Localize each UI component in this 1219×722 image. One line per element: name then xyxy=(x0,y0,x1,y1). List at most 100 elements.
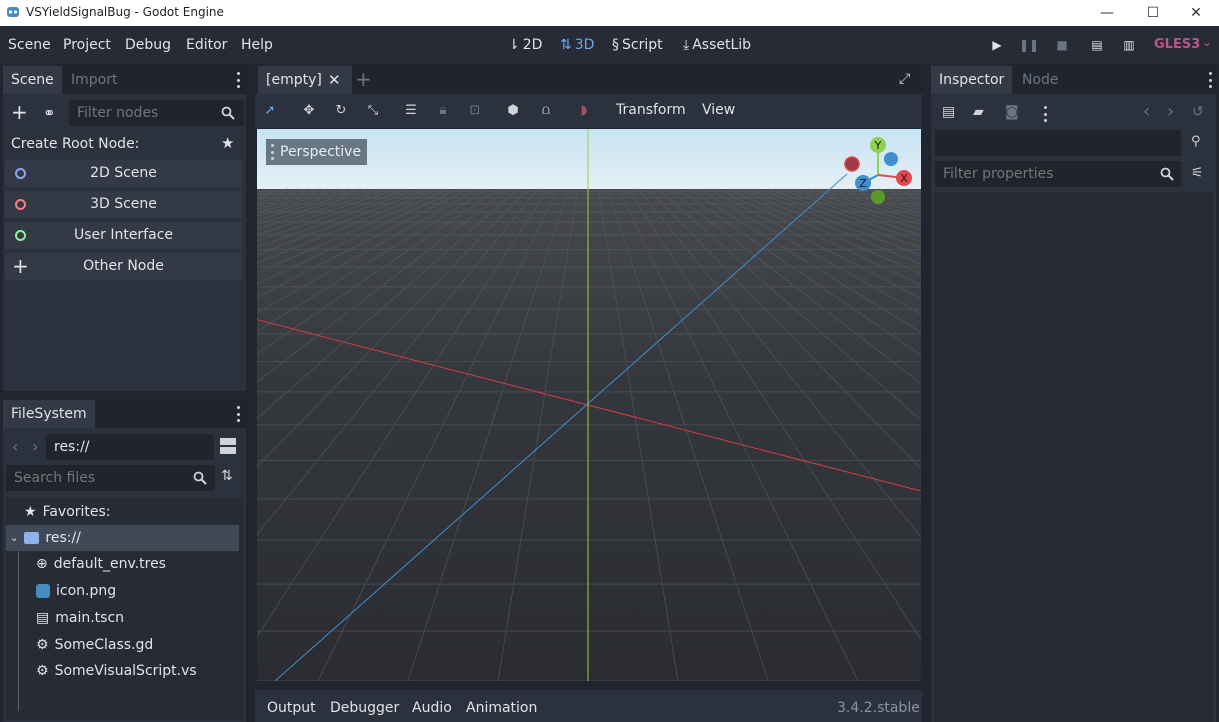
file-item[interactable]: ⚙ SomeClass.gd xyxy=(36,632,153,658)
history-back-icon[interactable]: ‹ xyxy=(1143,101,1150,122)
tab-inspector[interactable]: Inspector xyxy=(931,66,1013,94)
object-properties-icon[interactable]: ⚲ xyxy=(1191,134,1201,149)
menu-project[interactable]: Project xyxy=(63,37,111,53)
tree-guide-line xyxy=(18,551,19,711)
close-window-button[interactable]: ✕ xyxy=(1173,0,1219,26)
mode-script-button[interactable]: § Script xyxy=(612,37,663,53)
play-icon[interactable]: ▶ xyxy=(989,38,1005,52)
pause-icon[interactable]: ❚❚ xyxy=(1019,38,1039,52)
tab-import[interactable]: Import xyxy=(63,66,125,94)
snap-icon[interactable]: ⩍ xyxy=(536,100,556,120)
create-2d-scene-button[interactable]: 2D Scene xyxy=(5,160,242,187)
create-root-label: Create Root Node: xyxy=(11,136,140,152)
maximize-button[interactable]: ☐ xyxy=(1130,0,1176,26)
editor-tabbar: [empty] ✕ + ⤢ xyxy=(255,66,922,94)
forward-icon[interactable]: › xyxy=(32,437,38,456)
tab-debugger[interactable]: Debugger xyxy=(330,700,399,716)
tab-scene[interactable]: Scene xyxy=(3,66,62,94)
res-root-item[interactable]: ⌄ res:// xyxy=(10,525,81,551)
renderer-select[interactable]: GLES3 xyxy=(1154,37,1200,52)
plus-icon: + xyxy=(12,254,29,278)
tab-output[interactable]: Output xyxy=(267,700,316,716)
save-icon[interactable]: ◙ xyxy=(1005,104,1019,120)
mode-assetlib-button[interactable]: ⤓ AssetLib xyxy=(683,37,751,53)
search-icon xyxy=(221,106,235,120)
file-item[interactable]: ▤ main.tscn xyxy=(36,605,124,631)
close-tab-icon[interactable]: ✕ xyxy=(328,71,341,89)
history-icon[interactable]: ↺ xyxy=(1192,104,1204,120)
distraction-free-icon[interactable]: ⤢ xyxy=(899,71,910,87)
add-tab-icon[interactable]: + xyxy=(355,67,372,91)
spatial-icon xyxy=(15,199,26,210)
local-space-icon[interactable]: ⬢ xyxy=(503,100,523,120)
gear-icon: ⚙ xyxy=(36,637,49,653)
mode-2d-button[interactable]: ⇂ 2D xyxy=(508,37,542,53)
tab-filesystem[interactable]: FileSystem xyxy=(3,400,95,428)
open-folder-icon[interactable]: ▰ xyxy=(973,104,984,120)
dock-menu-icon[interactable] xyxy=(236,406,240,422)
filter-properties-input[interactable] xyxy=(935,161,1181,187)
download-icon: ⤓ xyxy=(683,37,690,53)
favorites-item[interactable]: ★ Favorites: xyxy=(24,499,111,525)
search-files-input[interactable] xyxy=(6,465,215,491)
split-mode-icon[interactable] xyxy=(220,438,236,454)
minimize-button[interactable]: — xyxy=(1084,0,1130,26)
link-icon[interactable]: ⚭ xyxy=(43,104,56,122)
file-item[interactable]: icon.png xyxy=(36,578,116,604)
sort-icon[interactable]: ⇅ xyxy=(221,468,233,484)
add-node-icon[interactable]: + xyxy=(11,102,28,122)
gizmo-y-label: Y xyxy=(874,139,882,152)
3d-viewport[interactable]: Perspective Y X Z xyxy=(257,129,921,681)
stop-icon[interactable]: ■ xyxy=(1054,38,1070,52)
inspector-settings-icon[interactable]: ⚟ xyxy=(1191,165,1204,181)
dock-menu-icon[interactable] xyxy=(236,72,240,88)
gizmo-z-label: Z xyxy=(859,177,867,190)
folder-icon xyxy=(24,532,40,544)
create-other-node-button[interactable]: + Other Node xyxy=(5,253,242,280)
group-icon[interactable]: ⊡ xyxy=(465,100,485,120)
create-ui-button[interactable]: User Interface xyxy=(5,222,242,249)
play-custom-scene-icon[interactable]: ▥ xyxy=(1121,38,1137,52)
menu-scene[interactable]: Scene xyxy=(8,37,51,53)
rotate-tool-icon[interactable]: ↻ xyxy=(331,100,351,120)
view-menu[interactable]: View xyxy=(702,102,735,118)
history-forward-icon[interactable]: › xyxy=(1167,101,1174,122)
inspector-dock: Inspector Node ▤ ▰ ◙ ‹ › ↺ ⚲ ⚟ xyxy=(931,66,1216,722)
play-scene-icon[interactable]: ▤ xyxy=(1089,38,1105,52)
move-tool-icon[interactable]: ✥ xyxy=(299,100,319,120)
object-path-field[interactable] xyxy=(935,130,1181,156)
transform-menu[interactable]: Transform xyxy=(616,102,686,118)
file-item[interactable]: ⊕ default_env.tres xyxy=(36,551,166,577)
axis-gizmo[interactable]: Y X Z xyxy=(843,135,915,207)
viewport-scene xyxy=(257,129,921,681)
menu-help[interactable]: Help xyxy=(241,37,273,53)
main-menubar: Scene Project Debug Editor Help ⇂ 2D ⇅ 3D … xyxy=(0,26,1219,64)
mode-3d-button[interactable]: ⇅ 3D xyxy=(560,37,594,53)
window-title: VSYieldSignalBug - Godot Engine xyxy=(26,5,224,19)
menu-editor[interactable]: Editor xyxy=(186,37,227,53)
file-item[interactable]: ⚙ SomeVisualScript.vs xyxy=(36,658,197,684)
version-label: 3.4.2.stable xyxy=(837,700,920,716)
menu-debug[interactable]: Debug xyxy=(125,37,171,53)
3d-icon: ⇅ xyxy=(560,37,572,53)
back-icon[interactable]: ‹ xyxy=(12,437,18,456)
list-select-icon[interactable]: ☰ xyxy=(401,100,421,120)
lock-icon[interactable]: 🔒︎ xyxy=(433,100,453,120)
favorite-star-icon[interactable]: ★ xyxy=(221,134,234,152)
create-3d-scene-button[interactable]: 3D Scene xyxy=(5,191,242,218)
image-icon xyxy=(36,584,50,598)
tab-audio[interactable]: Audio xyxy=(412,700,452,716)
scene-clapper-icon: ▤ xyxy=(36,610,50,626)
select-tool-icon[interactable]: ➚ xyxy=(260,100,280,120)
path-field[interactable] xyxy=(46,434,214,460)
new-resource-icon[interactable]: ▤ xyxy=(942,104,955,120)
camera-icon[interactable]: ◗ xyxy=(574,100,594,120)
tab-animation[interactable]: Animation xyxy=(466,700,537,716)
perspective-menu[interactable]: Perspective xyxy=(266,139,368,165)
file-tree: ★ Favorites: ⌄ res:// ⊕ default_env.tres i… xyxy=(6,498,243,720)
filter-nodes-input[interactable] xyxy=(69,100,244,126)
dock-menu-icon[interactable] xyxy=(1208,72,1212,88)
scale-tool-icon[interactable]: ⤡ xyxy=(363,100,383,120)
inspector-menu-icon[interactable] xyxy=(1043,106,1047,122)
tab-node[interactable]: Node xyxy=(1014,66,1067,94)
